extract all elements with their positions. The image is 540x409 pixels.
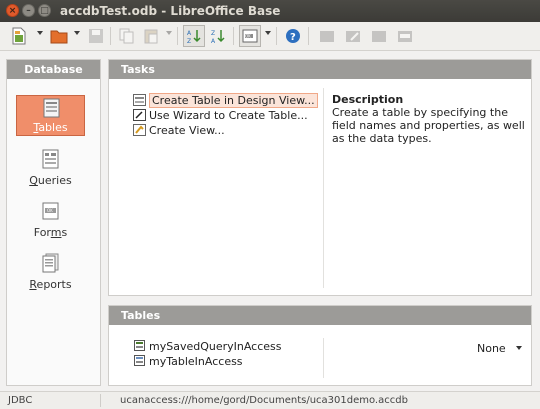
database-item-forms[interactable]: OK Forms: [16, 199, 85, 240]
table-row[interactable]: myTableInAccess: [134, 355, 243, 369]
reports-icon: [42, 253, 59, 273]
tasks-divider: [323, 88, 324, 288]
new-document-icon[interactable]: [8, 25, 30, 47]
forms-icon: OK: [42, 202, 59, 220]
tasks-header: Tasks: [109, 60, 531, 79]
tables-panel: Tables mySavedQueryInAccess myTableInAcc…: [108, 305, 532, 386]
sort-descending-icon[interactable]: ZA: [207, 25, 229, 47]
sort-ascending-icon[interactable]: AZ: [183, 25, 205, 47]
task-label: Create Table in Design View...: [149, 93, 318, 108]
paste-icon[interactable]: [140, 25, 162, 47]
form-dropdown-icon[interactable]: [265, 31, 271, 35]
wizard-icon: [133, 109, 146, 121]
window-title: accdbTest.odb - LibreOffice Base: [60, 4, 281, 18]
description-title: Description: [332, 93, 404, 106]
tables-header: Tables: [109, 306, 531, 325]
maximize-icon[interactable]: □: [38, 4, 51, 17]
task-use-wizard[interactable]: Use Wizard to Create Table...: [133, 108, 308, 123]
minimize-icon[interactable]: –: [22, 4, 35, 17]
paste-dropdown-icon[interactable]: [166, 31, 172, 35]
toolbar: AZ ZA OK ?: [0, 22, 540, 51]
svg-text:Z: Z: [211, 30, 215, 37]
chevron-down-icon: [515, 346, 522, 350]
preview-select[interactable]: None: [477, 342, 522, 355]
close-icon[interactable]: ×: [6, 4, 19, 17]
svg-text:Z: Z: [187, 38, 191, 44]
svg-text:OK: OK: [245, 34, 251, 39]
table-icon[interactable]: [316, 25, 338, 47]
status-bar: JDBC ucanaccess:///home/gord/Documents/u…: [0, 391, 540, 409]
preview-select-value: None: [477, 342, 506, 355]
task-create-table-design-view[interactable]: Create Table in Design View...: [133, 93, 318, 108]
table-icon: [134, 355, 145, 366]
rename-icon[interactable]: [394, 25, 416, 47]
svg-text:A: A: [187, 30, 192, 37]
database-item-label: Reports: [29, 278, 72, 291]
database-panel: Database Tables Queries OK Forms Reports: [6, 59, 101, 386]
delete-icon[interactable]: [368, 25, 390, 47]
database-item-queries[interactable]: Queries: [16, 147, 85, 188]
help-icon[interactable]: ?: [282, 25, 304, 47]
tables-divider: [323, 338, 324, 378]
database-item-label: Queries: [29, 174, 72, 187]
status-connection-url: ucanaccess:///home/gord/Documents/uca301…: [120, 395, 408, 406]
svg-text:OK: OK: [47, 208, 53, 213]
task-label: Use Wizard to Create Table...: [149, 109, 308, 122]
copy-icon[interactable]: [116, 25, 138, 47]
database-header: Database: [7, 60, 100, 79]
status-driver: JDBC: [8, 395, 33, 406]
database-item-label: Forms: [33, 226, 68, 239]
database-item-label: Tables: [33, 121, 68, 134]
table-name: mySavedQueryInAccess: [149, 340, 282, 353]
new-dropdown-icon[interactable]: [37, 31, 43, 35]
save-icon[interactable]: [85, 25, 107, 47]
queries-icon: [42, 149, 59, 169]
description-text: Create a table by specifying the field n…: [332, 106, 525, 145]
task-label: Create View...: [149, 124, 225, 137]
form-icon[interactable]: OK: [239, 25, 261, 47]
open-dropdown-icon[interactable]: [74, 31, 80, 35]
task-create-view[interactable]: Create View...: [133, 123, 225, 138]
table-row[interactable]: mySavedQueryInAccess: [134, 340, 282, 354]
database-item-tables[interactable]: Tables: [16, 95, 85, 136]
svg-text:A: A: [211, 38, 216, 44]
edit-icon[interactable]: [342, 25, 364, 47]
design-view-icon: [133, 94, 146, 106]
view-icon: [133, 124, 146, 136]
open-icon[interactable]: [48, 25, 70, 47]
tables-icon: [43, 98, 60, 118]
linked-table-icon: [134, 340, 145, 351]
tasks-panel: Tasks Create Table in Design View... Use…: [108, 59, 532, 296]
table-name: myTableInAccess: [149, 355, 243, 368]
database-item-reports[interactable]: Reports: [16, 251, 85, 292]
title-bar: × – □ accdbTest.odb - LibreOffice Base: [0, 0, 540, 22]
svg-text:?: ?: [290, 32, 296, 43]
status-divider: [100, 394, 101, 407]
